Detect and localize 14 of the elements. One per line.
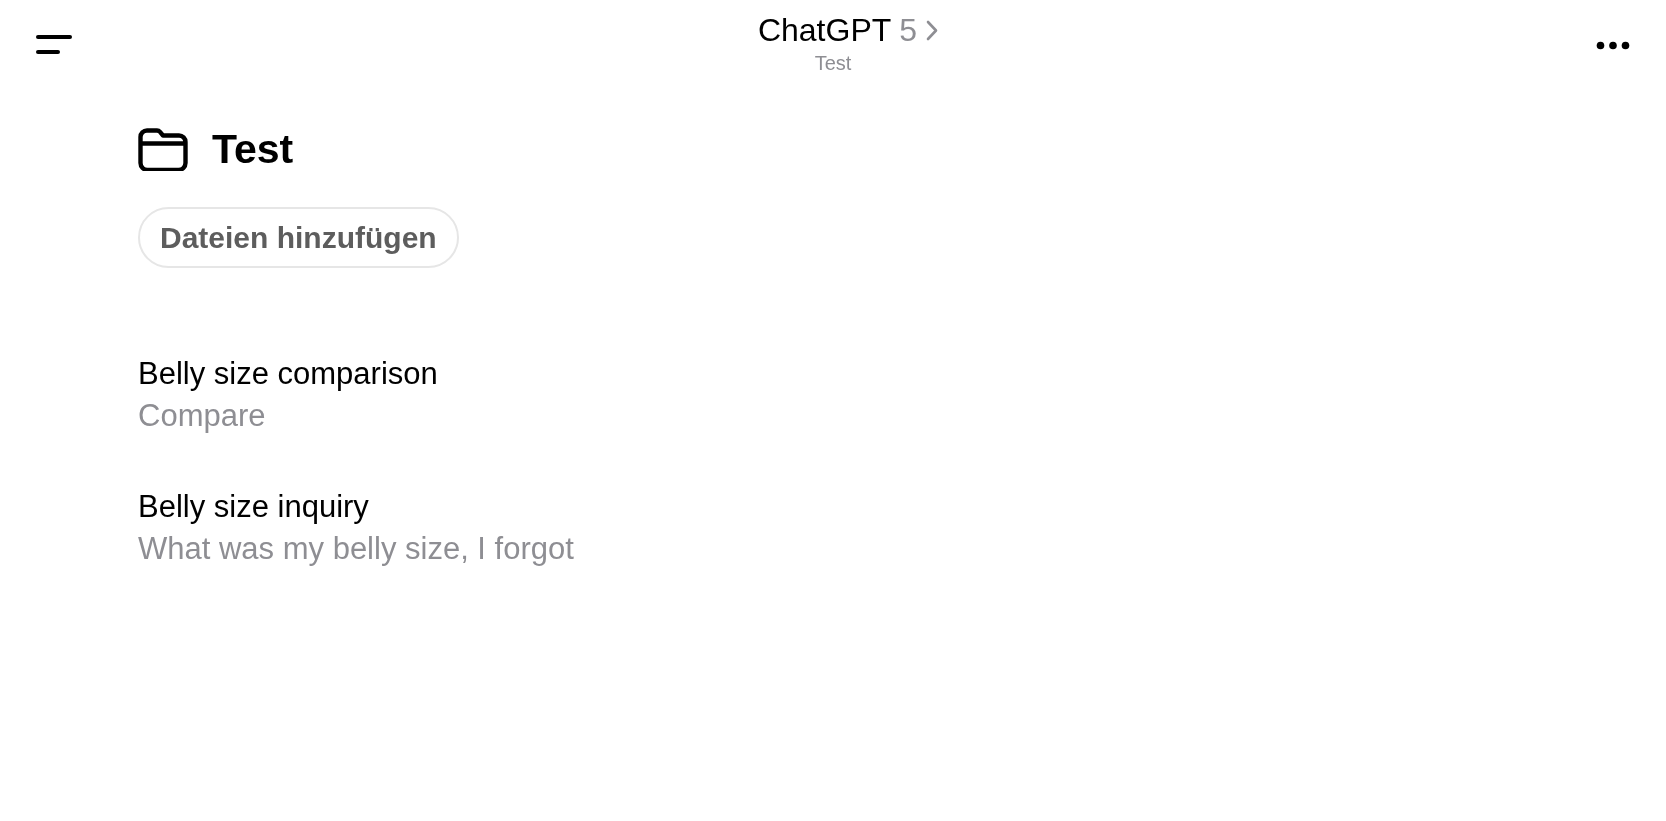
chat-preview: What was my belly size, I forgot: [138, 530, 574, 568]
project-title: Test: [212, 126, 294, 172]
chevron-icon: [926, 19, 939, 41]
header-subtitle: Test: [814, 51, 852, 75]
model-picker-button[interactable]: ChatGPT 5: [757, 11, 939, 49]
sidebar-menu-button[interactable]: [36, 35, 72, 54]
chat-title[interactable]: Belly size comparison: [138, 353, 438, 395]
folder-icon: [138, 127, 188, 171]
more-options-button[interactable]: [1596, 41, 1630, 50]
more-icon: [1596, 41, 1630, 50]
add-files-button[interactable]: Dateien hinzufügen: [138, 207, 459, 268]
menu-icon: [36, 35, 72, 54]
chat-title[interactable]: Belly size inquiry: [138, 486, 369, 528]
chat-preview: Compare: [138, 397, 266, 435]
